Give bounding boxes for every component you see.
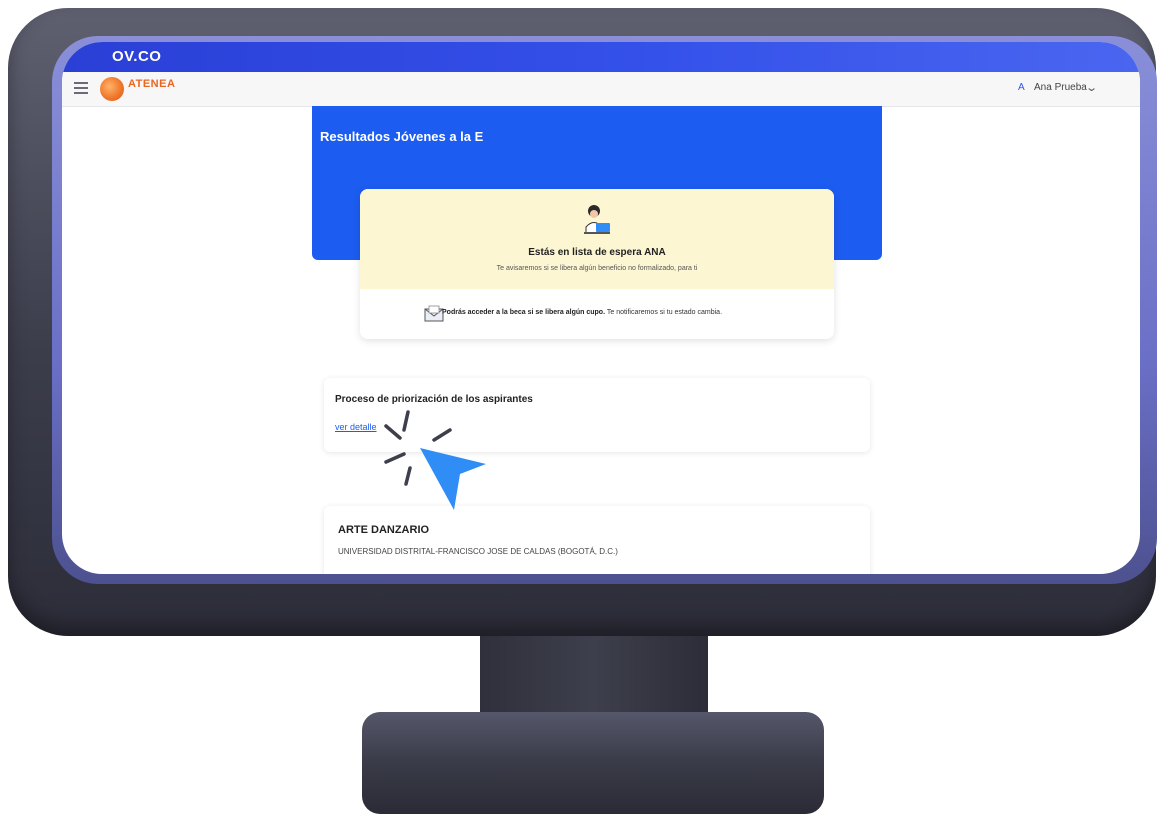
waitlist-subtitle: Te avisaremos si se libera algún benefic… xyxy=(496,265,698,272)
user-name[interactable]: Ana Prueba xyxy=(1034,82,1087,93)
waitlist-note-rest: Te notificaremos si tu estado cambia. xyxy=(605,309,723,316)
waitlist-note-row: Podrás acceder a la beca si se libera al… xyxy=(360,289,834,339)
chevron-down-icon[interactable]: ⌄ xyxy=(1085,81,1098,94)
monitor-screen: OV.CO ATENEA A Ana Prueba ⌄ Resultados J… xyxy=(62,42,1140,574)
monitor-stand-base xyxy=(362,712,824,814)
waitlist-title: Estás en lista de espera ANA xyxy=(528,247,666,258)
mail-icon xyxy=(424,305,444,322)
view-detail-link[interactable]: ver detalle xyxy=(335,422,377,432)
program-title: ARTE DANZARIO xyxy=(338,524,430,536)
menu-icon[interactable] xyxy=(74,82,88,97)
pointer-cursor-icon xyxy=(384,410,486,510)
logo-text: ATENEA xyxy=(128,78,176,90)
user-avatar[interactable]: A xyxy=(1018,82,1025,93)
atenea-logo[interactable] xyxy=(100,77,124,101)
prioritization-title: Proceso de priorización de los aspirante… xyxy=(335,394,533,405)
page-title: Resultados Jóvenes a la E xyxy=(320,129,484,144)
app-navbar: ATENEA A Ana Prueba ⌄ xyxy=(62,72,1140,107)
url-fragment: OV.CO xyxy=(112,48,162,65)
program-university: UNIVERSIDAD DISTRITAL-FRANCISCO JOSE DE … xyxy=(338,547,618,556)
waitlist-card: Estás en lista de espera ANA Te avisarem… xyxy=(360,189,834,339)
program-card: ARTE DANZARIO UNIVERSIDAD DISTRITAL-FRAN… xyxy=(324,506,870,574)
monitor-stand-neck xyxy=(480,636,708,722)
waitlist-note: Podrás acceder a la beca si se libera al… xyxy=(442,309,722,316)
waitlist-note-bold: Podrás acceder a la beca si se libera al… xyxy=(442,309,606,316)
browser-top-strip: OV.CO xyxy=(62,42,1140,72)
student-illustration xyxy=(584,205,610,234)
waitlist-header: Estás en lista de espera ANA Te avisarem… xyxy=(360,189,834,289)
